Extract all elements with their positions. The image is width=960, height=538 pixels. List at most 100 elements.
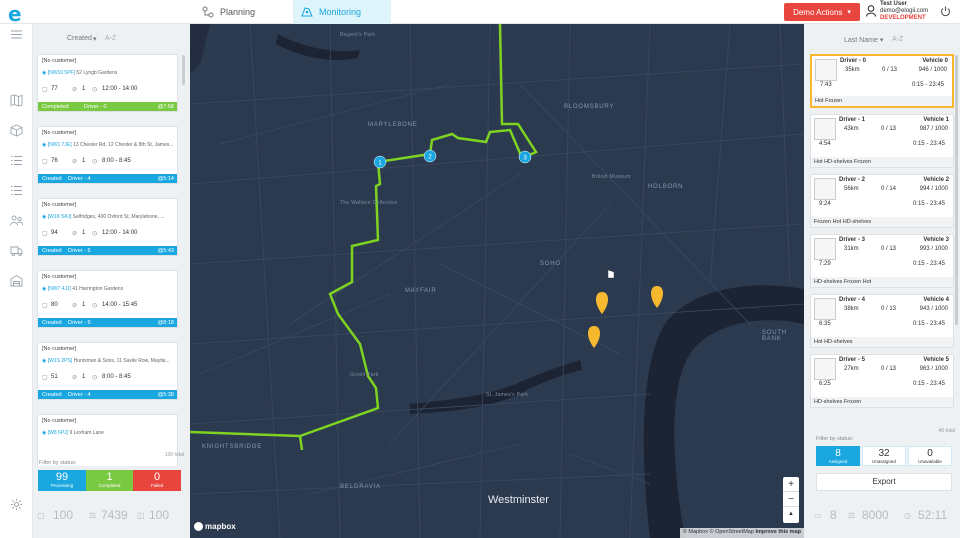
vehicle-card[interactable]: Driver - 4 Vehicle 4 38km 0 / 13 943 / 1000 6… [810, 294, 954, 348]
vehicle-card[interactable]: Driver - 1 Vehicle 1 43km 0 / 13 987 / 1000 4… [810, 114, 954, 168]
zoom-control: + − ▲ [783, 477, 799, 523]
vehicles-scrollbar[interactable] [955, 55, 958, 325]
export-button[interactable]: Export [816, 473, 952, 491]
order-address-text: 41 Harrington Gardens [72, 286, 124, 292]
list-icon[interactable] [10, 154, 23, 167]
filter-unavailable[interactable]: 0 Unavailable [908, 446, 952, 466]
vehicle-card[interactable]: Driver - 2 Vehicle 2 56km 0 / 14 994 / 1000 9… [810, 174, 954, 228]
order-eta: @5:38 [157, 391, 174, 398]
vehicles-sort-direction[interactable]: A-Z [892, 36, 903, 43]
clock-icon: ◷ [904, 511, 911, 520]
items-icon: ◫ [137, 511, 145, 520]
menu-icon[interactable] [10, 28, 23, 41]
zoom-in-button[interactable]: + [783, 477, 799, 492]
order-items: 1 [82, 374, 86, 380]
vehicles-filter-label: Filter by status: [816, 436, 854, 442]
unassigned-label: Unassigned [872, 459, 896, 464]
vehicle-card[interactable]: Driver - 0 Vehicle 0 35km 0 / 13 946 / 1000 7… [810, 54, 954, 108]
order-card[interactable]: [No customer] ◉ [NW7 4JJ] 41 Harrington G… [37, 270, 178, 328]
warehouse-icon[interactable] [10, 274, 23, 287]
map-attribution: © Mapbox © OpenStreetMap Improve this ma… [679, 528, 804, 538]
compass-button[interactable]: ▲ [783, 507, 799, 522]
user-name: Test User [880, 1, 907, 7]
improve-map-link[interactable]: Improve this map [755, 529, 801, 535]
orders-sort[interactable]: Created ▾ A-Z [33, 32, 190, 46]
user-info: Test User demo@elogii.com DEVELOPMENT [880, 1, 928, 22]
order-status-bar: Created Driver - 4 @5:14 [38, 174, 177, 183]
vehicle-duration: 4:54 [819, 141, 831, 147]
filter-completed[interactable]: 1 Completed [86, 470, 133, 491]
mapbox-logo[interactable]: mapbox [194, 522, 236, 531]
route-stop-marker[interactable]: 3 [518, 150, 532, 164]
orders-summary: ▢ 100 ⚖ 7439 ◫ 100 [33, 508, 190, 528]
zoom-out-button[interactable]: − [783, 492, 799, 507]
package-icon[interactable] [10, 124, 23, 137]
order-driver: Driver - 4 [68, 391, 91, 398]
filter-assigned[interactable]: 8 Assigned [816, 446, 860, 466]
app-logo[interactable]: e [8, 2, 22, 26]
map-canvas[interactable]: 1 2 3 [190, 24, 804, 538]
tab-monitoring[interactable]: Monitoring [293, 0, 391, 24]
completed-label: Completed [98, 483, 121, 488]
order-pin-icon[interactable] [596, 292, 608, 314]
vehicle-card[interactable]: Driver - 3 Vehicle 3 31km 0 / 13 993 / 1000 7… [810, 234, 954, 288]
order-address-text: Selfridges, 400 Oxford St, Marylebone, .… [72, 214, 165, 220]
vehicles-sort-field[interactable]: Last Name ▾ [844, 36, 883, 44]
map-label-knightsbridge: KNIGHTSBRIDGE [202, 444, 263, 450]
order-status-bar: Completed Driver - 0 @7:58 [38, 102, 177, 111]
orders-scrollbar[interactable] [182, 55, 185, 85]
gear-icon[interactable] [10, 498, 23, 511]
chevron-down-icon: ▾ [879, 37, 884, 44]
order-card[interactable]: [No customer] ◉ [W1S 2PS] Huntsman & Sons… [37, 342, 178, 400]
vehicles-total: 40 total [938, 428, 955, 434]
route-line[interactable] [298, 435, 304, 451]
route-stop-marker[interactable]: 2 [423, 149, 437, 163]
map-label-belgravia: BELGRAVIA [340, 484, 381, 490]
power-icon[interactable] [940, 6, 951, 17]
order-weight: 51 [51, 374, 58, 380]
team-icon[interactable] [10, 214, 23, 227]
assigned-label: Assigned [828, 459, 848, 464]
order-address-ref: [NW10 5PF] [47, 70, 75, 76]
route-stop-marker[interactable]: 1 [373, 155, 387, 169]
order-card[interactable]: [No customer] ◉ [W8 6PJ] 9 Lexham Lane [37, 414, 178, 466]
map-label-marylebone: MARYLEBONE [368, 122, 418, 128]
order-customer: [No customer] [42, 202, 77, 208]
order-card[interactable]: [No customer] ◉ [NW10 5PF] 52 Lyngb Garde… [37, 54, 178, 112]
order-list: [No customer] ◉ [NW10 5PF] 52 Lyngb Garde… [37, 54, 185, 466]
weight-icon: ▢ [42, 87, 48, 93]
filter-failed[interactable]: 0 Failed [133, 470, 181, 491]
map-label-british-museum: British Museum [592, 174, 631, 180]
demo-actions-button[interactable]: Demo Actions ▾ [784, 3, 860, 21]
tab-planning[interactable]: Planning [196, 0, 292, 24]
order-card[interactable]: [No customer] ◉ [NW1 7JE] 13 Chester Rd, … [37, 126, 178, 184]
filter-unassigned[interactable]: 32 Unassigned [862, 446, 906, 466]
vehicle-driver: Driver - 0 [840, 58, 867, 64]
user-icon[interactable] [866, 5, 876, 17]
filter-processing[interactable]: 99 Processing [38, 470, 86, 491]
order-card[interactable]: [No customer] ◉ [W1K 5AJ] Selfridges, 400… [37, 198, 178, 256]
map-label-holborn: HOLBORN [648, 184, 684, 190]
map-icon[interactable] [10, 94, 23, 107]
order-customer: [No customer] [42, 130, 77, 136]
order-address-ref: [W1K 5AJ] [47, 214, 72, 220]
clock-icon: ◷ [92, 159, 98, 165]
checklist-icon[interactable] [10, 184, 23, 197]
driver-avatar [814, 178, 836, 200]
attribution-text[interactable]: © Mapbox © OpenStreetMap [683, 529, 754, 535]
vehicles-panel: Last Name ▾ A-Z Driver - 0 Vehicle 0 35km 0… [804, 24, 960, 538]
order-address: ◉ [NW7 4JJ] 41 Harrington Gardens [42, 286, 176, 292]
capacity-icon: ⚖ [848, 511, 856, 520]
vehicle-card[interactable]: Driver - 5 Vehicle 5 27km 0 / 13 963 / 1000 6… [810, 354, 954, 408]
orders-sort-direction[interactable]: A-Z [105, 35, 116, 42]
orders-sort-field[interactable]: Created [67, 35, 92, 42]
road-network [190, 24, 804, 538]
vehicle-window: 0:15 - 23:45 [912, 141, 945, 147]
order-pin-icon[interactable] [651, 286, 663, 308]
order-pin-icon[interactable] [588, 326, 600, 348]
order-driver: Driver - 5 [68, 247, 91, 254]
map-view[interactable]: 1 2 3 MARYLEBONE BLOOMSBURY HOLBORN SOHO… [190, 24, 804, 538]
mapbox-icon [194, 522, 203, 531]
truck-icon[interactable] [10, 244, 23, 257]
order-address-text: 13 Chester Rd, 12 Chester & 8th St, Jame… [73, 142, 174, 148]
